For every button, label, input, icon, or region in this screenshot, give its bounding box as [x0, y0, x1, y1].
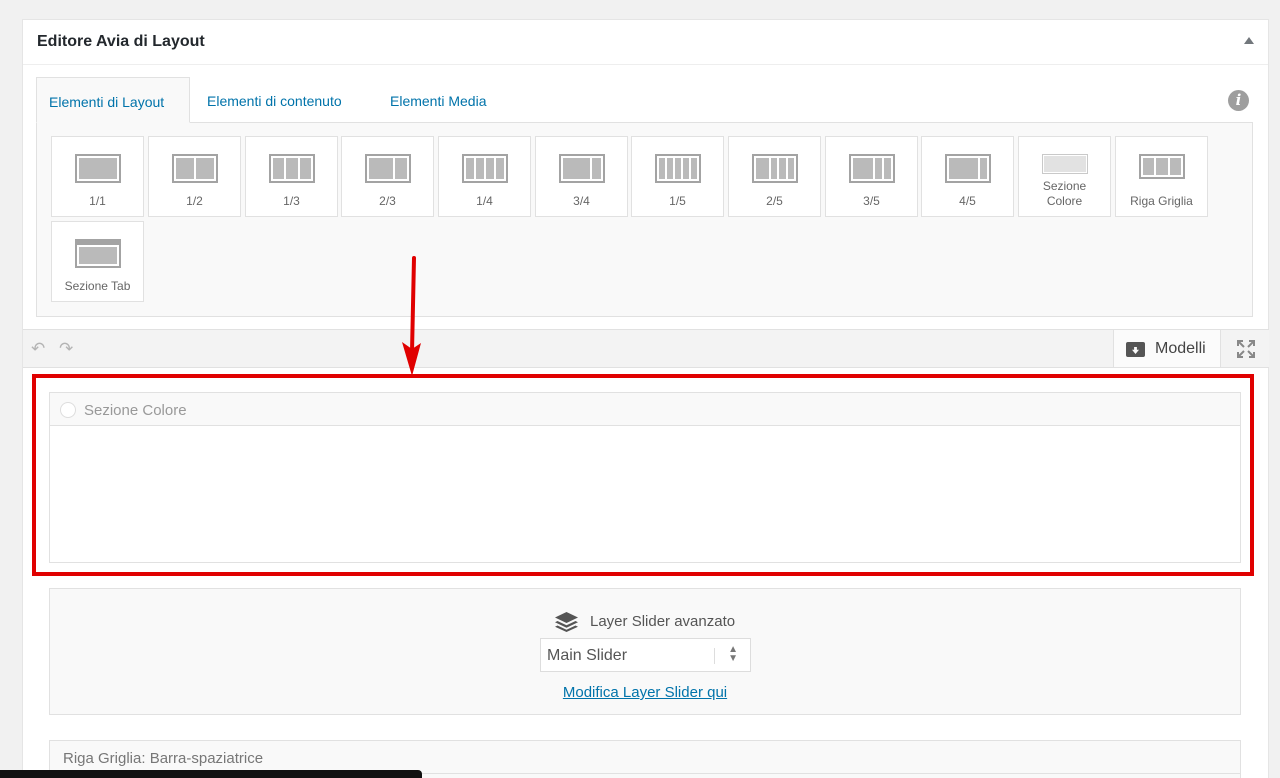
- element-label: 1/3: [283, 194, 300, 208]
- element-3-4[interactable]: 3/4: [535, 136, 628, 217]
- element-label: 1/1: [89, 194, 106, 208]
- slider-select[interactable]: Main Slider ▲ ▼: [540, 638, 751, 672]
- grid-row-icon: [1139, 154, 1185, 179]
- element-1-4[interactable]: 1/4: [438, 136, 531, 217]
- layer-slider-title: Layer Slider avanzato: [590, 613, 736, 630]
- element-label: 4/5: [959, 194, 976, 208]
- element-grid-row[interactable]: Riga Griglia: [1115, 136, 1208, 217]
- element-label: Sezione Tab: [64, 279, 131, 293]
- select-separator: [714, 648, 715, 664]
- element-label: Sezione Colore: [1042, 179, 1087, 208]
- layout-3-4-icon: [559, 154, 605, 183]
- element-1-3[interactable]: 1/3: [245, 136, 338, 217]
- layout-3-5-icon: [849, 154, 895, 183]
- edit-layer-slider-link[interactable]: Modifica Layer Slider qui: [50, 684, 1240, 701]
- element-label: 3/5: [863, 194, 880, 208]
- tab-media-elements[interactable]: Elementi Media: [378, 77, 499, 123]
- element-label: 1/5: [669, 194, 686, 208]
- radio-icon[interactable]: [60, 402, 76, 418]
- element-label: Riga Griglia: [1130, 194, 1193, 208]
- element-tab-section[interactable]: Sezione Tab: [51, 221, 144, 302]
- panel-title: Editore Avia di Layout: [37, 33, 205, 50]
- tab-content-elements[interactable]: Elementi di contenuto: [195, 77, 354, 123]
- collapse-toggle-icon[interactable]: [1244, 37, 1254, 44]
- info-icon[interactable]: i: [1228, 90, 1249, 111]
- color-section-header: Sezione Colore: [50, 393, 1240, 426]
- archive-icon: [1126, 342, 1145, 357]
- element-2-3[interactable]: 2/3: [341, 136, 434, 217]
- bottom-overlay-bar: [0, 770, 422, 778]
- tab-layout-elements[interactable]: Elementi di Layout: [36, 77, 190, 123]
- tab-section-icon: [75, 239, 121, 268]
- layout-4-5-icon: [945, 154, 991, 183]
- undo-icon[interactable]: ↶: [31, 339, 45, 359]
- templates-label: Modelli: [1155, 340, 1206, 357]
- element-4-5[interactable]: 4/5: [921, 136, 1014, 217]
- element-label: 3/4: [573, 194, 590, 208]
- color-section-icon: [1042, 154, 1088, 174]
- element-1-5[interactable]: 1/5: [631, 136, 724, 217]
- slider-select-value: Main Slider: [547, 647, 628, 664]
- red-arrow-icon: [402, 256, 421, 376]
- updown-icon: ▲ ▼: [728, 644, 738, 664]
- element-tabs: Elementi di Layout Elementi di contenuto…: [36, 77, 1253, 123]
- layout-1-4-icon: [462, 154, 508, 183]
- element-1-1[interactable]: 1/1: [51, 136, 144, 217]
- panel-header: Editore Avia di Layout: [23, 20, 1268, 65]
- element-2-5[interactable]: 2/5: [728, 136, 821, 217]
- layout-elements-box: 1/1 1/2 1/3 2/3 1/4 3/4 1/5 2/5 3/5 4/5 …: [36, 122, 1253, 317]
- color-section-block[interactable]: Sezione Colore: [49, 392, 1241, 563]
- element-label: 1/2: [186, 194, 203, 208]
- layout-2-5-icon: [752, 154, 798, 183]
- layout-1-2-icon: [172, 154, 218, 183]
- layout-1-3-icon: [269, 154, 315, 183]
- element-1-2[interactable]: 1/2: [148, 136, 241, 217]
- templates-button[interactable]: Modelli: [1113, 330, 1221, 367]
- layer-slider-block[interactable]: Layer Slider avanzato Main Slider ▲ ▼ Mod…: [49, 588, 1241, 715]
- redo-icon[interactable]: ↷: [59, 339, 73, 359]
- builder-toolbar: ↶ ↷ Modelli: [23, 329, 1269, 368]
- fullscreen-icon[interactable]: [1237, 340, 1255, 358]
- grid-row-title: Riga Griglia: Barra-spaziatrice: [63, 750, 264, 767]
- layout-1-1-icon: [75, 154, 121, 183]
- element-3-5[interactable]: 3/5: [825, 136, 918, 217]
- layout-1-5-icon: [655, 154, 701, 183]
- element-label: 1/4: [476, 194, 493, 208]
- element-label: 2/3: [379, 194, 396, 208]
- layout-2-3-icon: [365, 154, 411, 183]
- element-label: 2/5: [766, 194, 783, 208]
- layers-icon: [555, 612, 578, 632]
- color-section-title: Sezione Colore: [84, 402, 187, 419]
- element-color-section[interactable]: Sezione Colore: [1018, 136, 1111, 217]
